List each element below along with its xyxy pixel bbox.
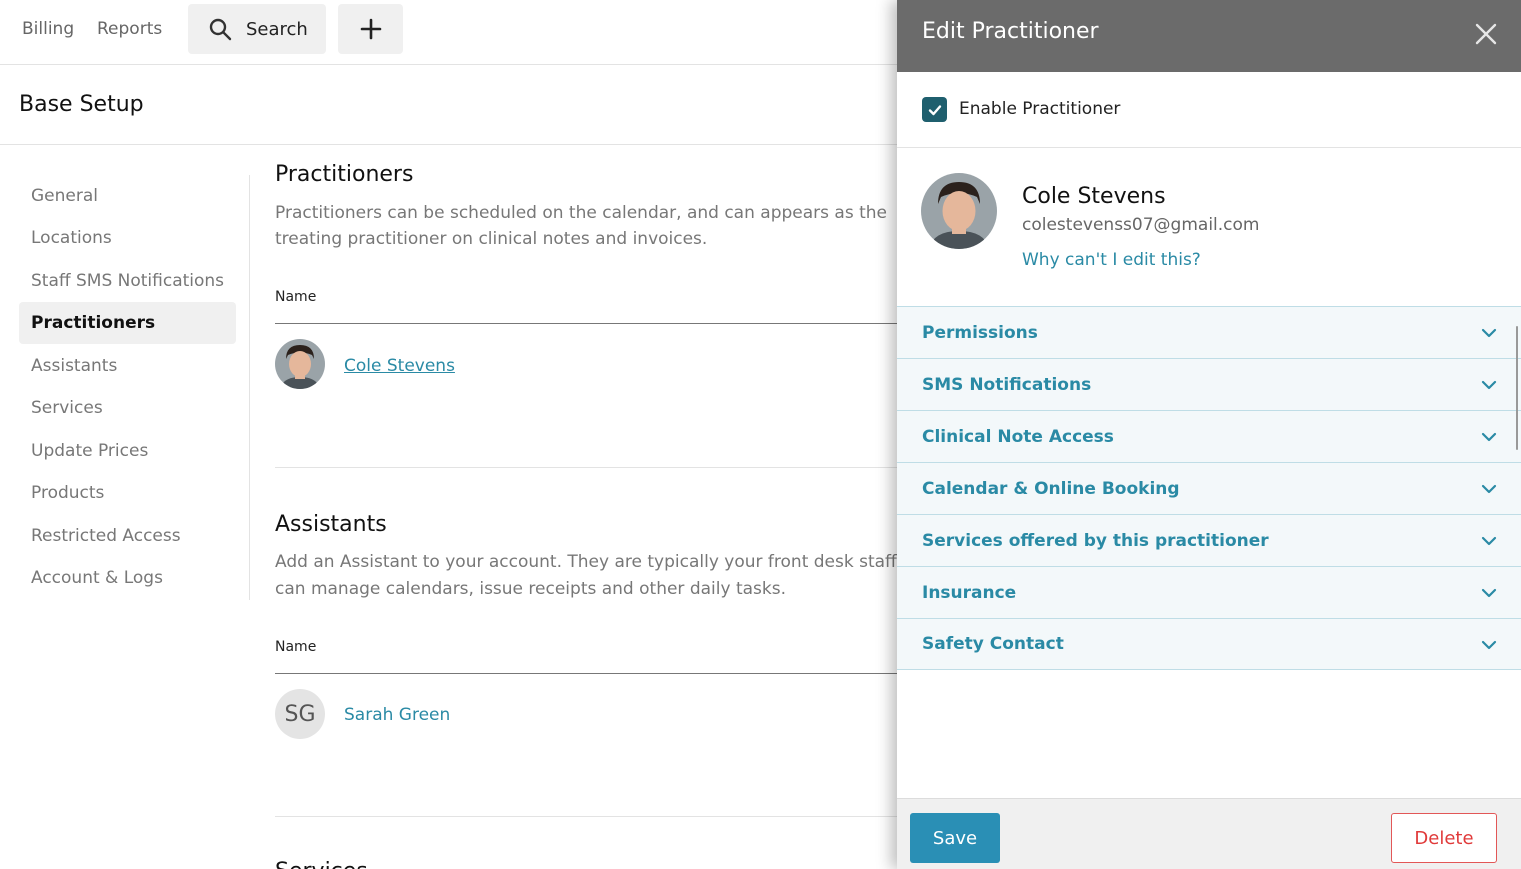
enable-practitioner-label[interactable]: Enable Practitioner: [959, 99, 1120, 119]
practitioner-name: Cole Stevens: [1022, 184, 1166, 209]
page-title: Base Setup: [19, 92, 144, 117]
accordion-label: Calendar & Online Booking: [922, 478, 1180, 499]
accordion-label: Clinical Note Access: [922, 426, 1114, 447]
sidebar-item-restricted-access[interactable]: Restricted Access: [19, 515, 236, 557]
practitioners-table-header-rule: [275, 323, 900, 324]
why-cant-edit-link[interactable]: Why can't I edit this?: [1022, 250, 1201, 270]
delete-button[interactable]: Delete: [1391, 813, 1497, 863]
practitioners-description-line-2: treating practitioner on clinical notes …: [275, 229, 708, 249]
edit-practitioner-drawer: Edit Practitioner Enable Practitioner Co…: [897, 0, 1521, 869]
chevron-down-icon: [1481, 432, 1497, 442]
chevron-down-icon: [1481, 588, 1497, 598]
settings-sidebar: General Locations Staff SMS Notification…: [19, 175, 250, 600]
close-button[interactable]: [1473, 21, 1499, 47]
plus-icon: [360, 18, 381, 40]
close-icon: [1475, 23, 1497, 45]
chevron-down-icon: [1481, 536, 1497, 546]
practitioners-section-title: Practitioners: [275, 162, 414, 187]
chevron-down-icon: [1481, 380, 1497, 390]
accordion-calendar-online-booking[interactable]: Calendar & Online Booking: [897, 462, 1521, 514]
nav-billing-link[interactable]: Billing: [22, 19, 74, 39]
enable-practitioner-row: Enable Practitioner: [897, 72, 1521, 148]
assistant-link-sarah-green[interactable]: Sarah Green: [344, 705, 450, 725]
services-section-title: Services: [275, 859, 368, 869]
sidebar-item-general[interactable]: General: [19, 175, 236, 217]
accordion-insurance[interactable]: Insurance: [897, 566, 1521, 618]
enable-practitioner-checkbox[interactable]: [922, 97, 947, 122]
assistants-description-line-1: Add an Assistant to your account. They a…: [275, 552, 900, 572]
drawer-footer: Save Delete: [897, 798, 1521, 869]
practitioner-email: colestevenss07@gmail.com: [1022, 215, 1260, 235]
drawer-scrollbar[interactable]: [1516, 326, 1518, 450]
search-button[interactable]: Search: [188, 4, 326, 54]
assistants-description-line-2: can manage calendars, issue receipts and…: [275, 579, 786, 599]
chevron-down-icon: [1481, 484, 1497, 494]
accordion-label: Safety Contact: [922, 634, 1064, 654]
practitioners-name-column-header: Name: [275, 289, 317, 305]
accordion-safety-contact[interactable]: Safety Contact: [897, 618, 1521, 670]
drawer-header: Edit Practitioner: [897, 0, 1521, 72]
search-button-label: Search: [246, 18, 308, 40]
accordion-services-offered[interactable]: Services offered by this practitioner: [897, 514, 1521, 566]
chevron-down-icon: [1481, 328, 1497, 338]
sidebar-item-services[interactable]: Services: [19, 387, 236, 429]
avatar: [275, 339, 325, 389]
accordion-label: Permissions: [922, 322, 1038, 343]
accordion-label: SMS Notifications: [922, 374, 1092, 395]
sidebar-item-staff-sms-notifications[interactable]: Staff SMS Notifications: [19, 260, 236, 302]
sidebar-item-update-prices[interactable]: Update Prices: [19, 430, 236, 472]
assistants-name-column-header: Name: [275, 639, 317, 655]
checkmark-icon: [928, 104, 941, 115]
section-divider: [275, 467, 900, 468]
main-content: Practitioners Practitioners can be sched…: [275, 145, 900, 869]
search-icon: [209, 18, 232, 41]
accordion-sms-notifications[interactable]: SMS Notifications: [897, 358, 1521, 410]
settings-accordion: Permissions SMS Notifications Clinical N…: [897, 306, 1521, 670]
drawer-title: Edit Practitioner: [922, 19, 1099, 44]
accordion-permissions[interactable]: Permissions: [897, 306, 1521, 358]
initials-avatar: SG: [275, 689, 325, 739]
add-button[interactable]: [338, 4, 403, 54]
accordion-clinical-note-access[interactable]: Clinical Note Access: [897, 410, 1521, 462]
sidebar-item-account-logs[interactable]: Account & Logs: [19, 557, 236, 599]
save-button[interactable]: Save: [910, 813, 1000, 863]
accordion-label: Insurance: [922, 582, 1017, 603]
accordion-label: Services offered by this practitioner: [922, 530, 1269, 551]
sidebar-item-products[interactable]: Products: [19, 472, 236, 514]
assistants-table-header-rule: [275, 673, 900, 674]
sidebar-item-locations[interactable]: Locations: [19, 217, 236, 259]
section-divider: [275, 816, 900, 817]
chevron-down-icon: [1481, 640, 1497, 650]
sidebar-item-assistants[interactable]: Assistants: [19, 345, 236, 387]
sidebar-item-practitioners[interactable]: Practitioners: [19, 302, 236, 344]
nav-reports-link[interactable]: Reports: [97, 19, 162, 39]
practitioner-link-cole-stevens[interactable]: Cole Stevens: [344, 356, 455, 376]
practitioner-avatar: [921, 173, 997, 249]
practitioners-description-line-1: Practitioners can be scheduled on the ca…: [275, 203, 887, 223]
assistants-section-title: Assistants: [275, 512, 387, 537]
